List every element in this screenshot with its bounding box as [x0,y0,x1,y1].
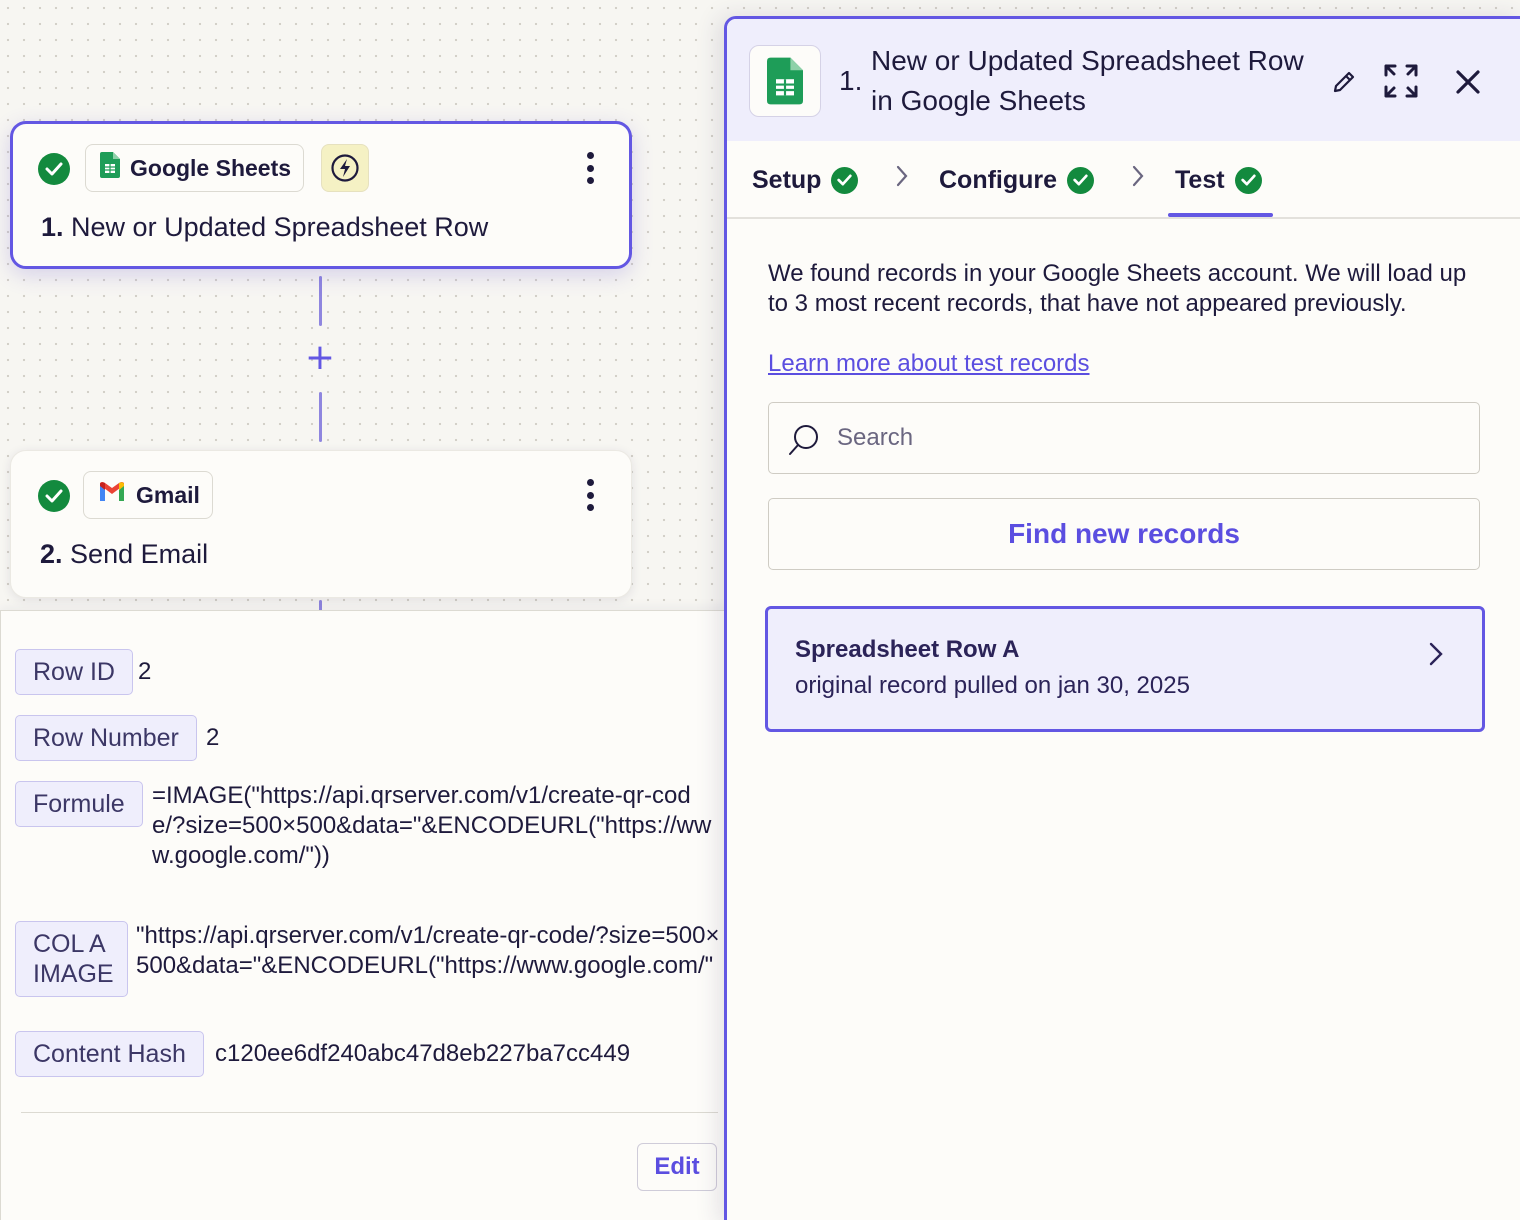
step-title: 1. New or Updated Spreadsheet Row [41,212,488,243]
step-title-text: Send Email [70,539,209,569]
lightning-icon [321,144,369,192]
tab-setup[interactable]: Setup [752,141,859,219]
chevron-right-icon [1131,165,1145,192]
step-title: 2. Send Email [40,539,208,570]
app-chip-gmail: Gmail [83,471,213,519]
connector-line [319,392,322,442]
active-tab-indicator [1168,213,1273,217]
app-name: Gmail [136,481,200,508]
field-label-row-id: Row ID [15,649,133,695]
check-icon [38,480,70,512]
record-details-panel: Row ID 2 Row Number 2 Formule =IMAGE("ht… [0,610,747,1220]
step-number: 2. [40,539,63,569]
step-card-action[interactable]: Gmail 2. Send Email [10,450,632,598]
field-value-formule: =IMAGE("https://api.qrserver.com/v1/crea… [152,782,712,869]
chevron-right-icon [1428,641,1444,672]
field-value-col-a-image: "https://api.qrserver.com/v1/create-qr-c… [136,922,720,979]
app-name: Google Sheets [130,154,292,181]
google-sheets-icon [100,152,120,184]
plus-icon[interactable]: + [304,340,336,376]
step-tabs: Setup Configure Test [727,141,1520,219]
tab-test[interactable]: Test [1175,141,1262,219]
record-subtitle: original record pulled on jan 30, 2025 [795,672,1190,699]
step-title-text: New or Updated Spreadsheet Row [71,212,489,242]
field-label-formule: Formule [15,781,143,827]
pencil-icon[interactable] [1327,65,1361,99]
search-input[interactable] [837,419,1437,457]
step-number: 1. [41,212,64,242]
field-value-row-id: 2 [138,658,152,685]
drawer-step-number: 1. [839,65,863,96]
check-icon [831,166,859,194]
drawer-header: 1. New or Updated Spreadsheet Row in Goo… [727,19,1520,141]
more-options-icon[interactable] [578,148,602,188]
step-card-trigger[interactable]: Google Sheets 1. New or Updated Spreadsh… [10,121,632,269]
tab-configure[interactable]: Configure [939,141,1095,219]
field-label-row-number: Row Number [15,715,197,761]
google-sheets-icon [749,45,821,117]
search-icon [787,423,821,462]
edit-button[interactable]: Edit [637,1143,717,1191]
record-title: Spreadsheet Row A [795,636,1020,663]
field-value-content-hash: c120ee6df240abc47d8eb227ba7cc449 [215,1040,631,1067]
record-item[interactable]: Spreadsheet Row A original record pulled… [765,606,1485,732]
tab-label: Setup [752,165,822,194]
tab-label: Test [1175,165,1225,194]
drawer-title: New or Updated Spreadsheet Row in Google… [871,45,1304,116]
connector-line [319,276,322,326]
learn-more-link[interactable]: Learn more about test records [768,349,1090,379]
check-icon [1067,166,1095,194]
tab-label: Configure [939,165,1058,194]
step-drawer: 1. New or Updated Spreadsheet Row in Goo… [724,16,1520,1220]
expand-icon[interactable] [1381,61,1421,101]
search-box[interactable] [768,402,1480,474]
close-icon[interactable] [1451,65,1485,99]
app-chip-google-sheets: Google Sheets [85,144,305,192]
gmail-icon [98,481,126,509]
check-icon [38,153,70,185]
field-label-content-hash: Content Hash [15,1031,204,1077]
intro-text: We found records in your Google Sheets a… [768,260,1467,317]
find-new-records-button[interactable]: Find new records [768,498,1480,570]
field-label-col-a-image: COL A IMAGE [15,921,128,997]
field-value-row-number: 2 [206,724,220,751]
divider [21,1112,718,1113]
more-options-icon[interactable] [578,475,602,515]
check-icon [1234,166,1262,194]
chevron-right-icon [895,165,909,192]
